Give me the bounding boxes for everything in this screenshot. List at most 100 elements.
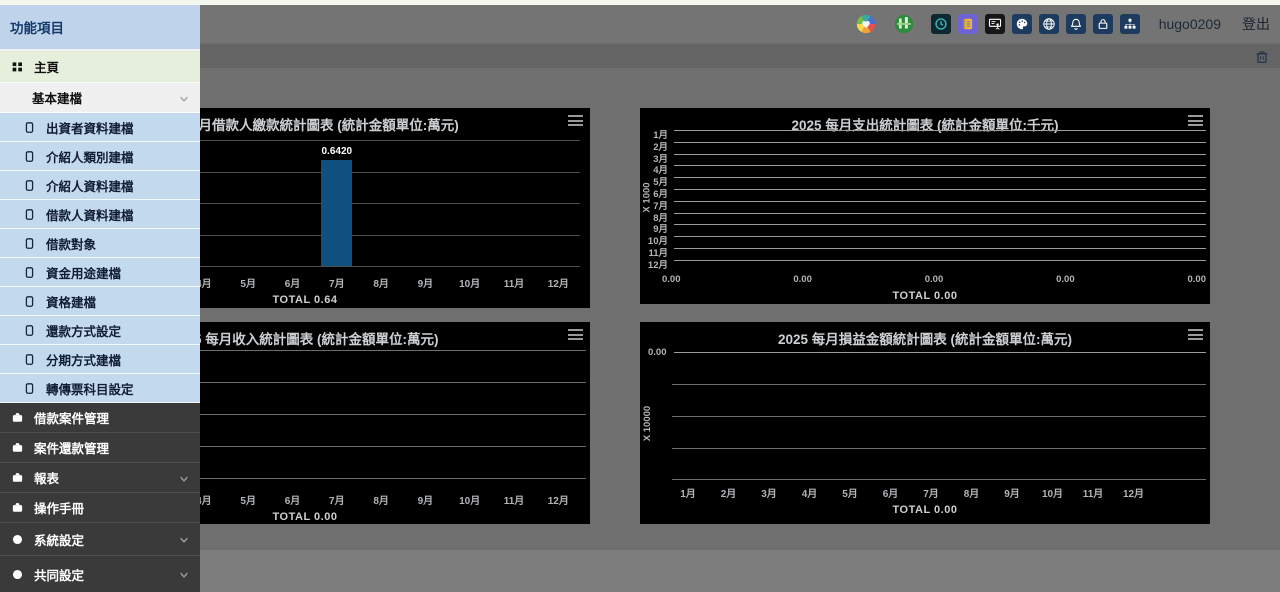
x-axis-label: 12月 bbox=[543, 275, 573, 290]
gridline bbox=[674, 142, 1206, 143]
sidebar-items: 主頁基本建檔出資者資料建檔介紹人類別建檔介紹人資料建檔借款人資料建檔借款對象資金… bbox=[0, 51, 200, 592]
sidebar-item-還款方式設定[interactable]: 還款方式設定 bbox=[0, 316, 200, 345]
doc-icon bbox=[22, 323, 36, 337]
sidebar-item-label: 資格建檔 bbox=[46, 292, 96, 311]
x-axis-label: 11月 bbox=[499, 275, 529, 290]
trash-icon[interactable] bbox=[1254, 49, 1270, 65]
doc-icon bbox=[22, 178, 36, 192]
sidebar-item-label: 共同設定 bbox=[34, 565, 84, 584]
sidebar-item-label: 借款案件管理 bbox=[34, 408, 109, 427]
x-axis-tick: 0.00 bbox=[662, 274, 681, 285]
username-label[interactable]: hugo0209 bbox=[1159, 16, 1221, 32]
x-axis-label: 6月 bbox=[278, 275, 308, 290]
chevron-down-icon bbox=[178, 92, 190, 104]
sidebar-item-資格建檔[interactable]: 資格建檔 bbox=[0, 287, 200, 316]
sidebar-item-label: 資金用途建檔 bbox=[46, 263, 121, 282]
x-axis-label: 6月 bbox=[876, 485, 906, 500]
bank-logo-icon[interactable] bbox=[893, 13, 915, 35]
x-axis-label: 5月 bbox=[835, 485, 865, 500]
gridline bbox=[674, 130, 1206, 131]
x-axis-label: 6月 bbox=[278, 492, 308, 507]
sidebar-item-label: 報表 bbox=[34, 468, 59, 487]
briefcase-icon bbox=[10, 471, 24, 485]
sidebar-item-報表[interactable]: 報表 bbox=[0, 463, 200, 493]
gridline bbox=[674, 177, 1206, 178]
sidebar-item-介紹人資料建檔[interactable]: 介紹人資料建檔 bbox=[0, 171, 200, 200]
gridline bbox=[672, 416, 1206, 417]
chart-context-menu-icon[interactable] bbox=[1188, 329, 1203, 340]
gridline bbox=[674, 260, 1206, 261]
scroll-icon[interactable] bbox=[958, 14, 978, 34]
x-axis-label: 7月 bbox=[322, 275, 352, 290]
sidebar-item-基本建檔[interactable]: 基本建檔 bbox=[0, 83, 200, 113]
x-axis-label: 5月 bbox=[233, 275, 263, 290]
gridline bbox=[674, 248, 1206, 249]
presentation-icon[interactable] bbox=[985, 14, 1005, 34]
doc-icon bbox=[22, 352, 36, 366]
y-axis-label: 12月 bbox=[642, 257, 668, 271]
chart-context-menu-icon[interactable] bbox=[1188, 115, 1203, 126]
sidebar-item-label: 出資者資料建檔 bbox=[46, 118, 134, 137]
y-axis-tick: 0.00 bbox=[648, 347, 667, 358]
gridline bbox=[674, 236, 1206, 237]
x-axis-label: 12月 bbox=[1119, 485, 1149, 500]
x-axis-ticks: 0.000.000.000.000.00 bbox=[662, 274, 1206, 285]
x-axis-label: 2月 bbox=[714, 485, 744, 500]
sidebar-item-label: 基本建檔 bbox=[32, 88, 82, 107]
doc-icon bbox=[22, 381, 36, 395]
doc-icon bbox=[22, 236, 36, 250]
x-axis-tick: 0.00 bbox=[925, 274, 944, 285]
chart-total-label: TOTAL 0.00 bbox=[640, 290, 1210, 302]
chart-total-label: TOTAL 0.00 bbox=[640, 504, 1210, 516]
lock-icon[interactable] bbox=[1093, 14, 1113, 34]
chart-title: 2025 每月支出統計圖表 (統計金額單位:千元) bbox=[640, 114, 1210, 134]
gridline bbox=[674, 213, 1206, 214]
page: hugo0209 登出 2025 每月借款人繳款統計圖表 (統計金額單位:萬元)… bbox=[0, 0, 1280, 592]
sidebar-item-出資者資料建檔[interactable]: 出資者資料建檔 bbox=[0, 113, 200, 142]
logout-button[interactable]: 登出 bbox=[1242, 14, 1270, 34]
topbar-right-group: hugo0209 登出 bbox=[855, 9, 1270, 39]
x-axis-tick: 0.00 bbox=[1056, 274, 1075, 285]
axis-scale-label: X 1000 bbox=[642, 182, 653, 212]
x-axis-tick: 0.00 bbox=[793, 274, 812, 285]
sidebar-item-主頁[interactable]: 主頁 bbox=[0, 51, 200, 83]
x-axis-label: 5月 bbox=[233, 492, 263, 507]
sitemap-icon[interactable] bbox=[1120, 14, 1140, 34]
chevron-down-icon bbox=[178, 568, 190, 580]
gridline bbox=[672, 448, 1206, 449]
sidebar-item-借款案件管理[interactable]: 借款案件管理 bbox=[0, 403, 200, 433]
sidebar-item-資金用途建檔[interactable]: 資金用途建檔 bbox=[0, 258, 200, 287]
sidebar-item-介紹人類別建檔[interactable]: 介紹人類別建檔 bbox=[0, 142, 200, 171]
palette-icon[interactable] bbox=[1012, 14, 1032, 34]
sidebar-item-分期方式建檔[interactable]: 分期方式建檔 bbox=[0, 345, 200, 374]
doc-icon bbox=[22, 207, 36, 221]
sidebar: 功能項目 主頁基本建檔出資者資料建檔介紹人類別建檔介紹人資料建檔借款人資料建檔借… bbox=[0, 5, 200, 592]
sidebar-item-系統設定[interactable]: 系統設定 bbox=[0, 523, 200, 556]
sidebar-item-轉傳票科目設定[interactable]: 轉傳票科目設定 bbox=[0, 374, 200, 403]
sidebar-item-操作手冊[interactable]: 操作手冊 bbox=[0, 493, 200, 523]
x-axis-label: 9月 bbox=[410, 275, 440, 290]
sidebar-item-案件還款管理[interactable]: 案件還款管理 bbox=[0, 433, 200, 463]
clock-icon[interactable] bbox=[931, 14, 951, 34]
color-wheel-logo-icon[interactable] bbox=[855, 13, 877, 35]
x-axis-label: 7月 bbox=[916, 485, 946, 500]
sidebar-item-label: 分期方式建檔 bbox=[46, 350, 121, 369]
gridline bbox=[674, 165, 1206, 166]
sidebar-item-共同設定[interactable]: 共同設定 bbox=[0, 556, 200, 592]
x-axis-label: 7月 bbox=[322, 492, 352, 507]
chart-title: 2025 每月損益金額統計圖表 (統計金額單位:萬元) bbox=[640, 328, 1210, 348]
doc-icon bbox=[22, 120, 36, 134]
zero-line bbox=[674, 352, 1206, 353]
chevron-down-icon bbox=[178, 472, 190, 484]
chart-context-menu-icon[interactable] bbox=[568, 329, 583, 340]
x-axis-label: 3月 bbox=[754, 485, 784, 500]
sidebar-item-借款人資料建檔[interactable]: 借款人資料建檔 bbox=[0, 200, 200, 229]
gridline bbox=[674, 154, 1206, 155]
globe-icon[interactable] bbox=[1039, 14, 1059, 34]
grid-icon bbox=[10, 60, 24, 74]
x-axis-label: 8月 bbox=[366, 275, 396, 290]
chart-context-menu-icon[interactable] bbox=[568, 115, 583, 126]
sidebar-item-借款對象[interactable]: 借款對象 bbox=[0, 229, 200, 258]
x-axis-label: 9月 bbox=[997, 485, 1027, 500]
bell-icon[interactable] bbox=[1066, 14, 1086, 34]
